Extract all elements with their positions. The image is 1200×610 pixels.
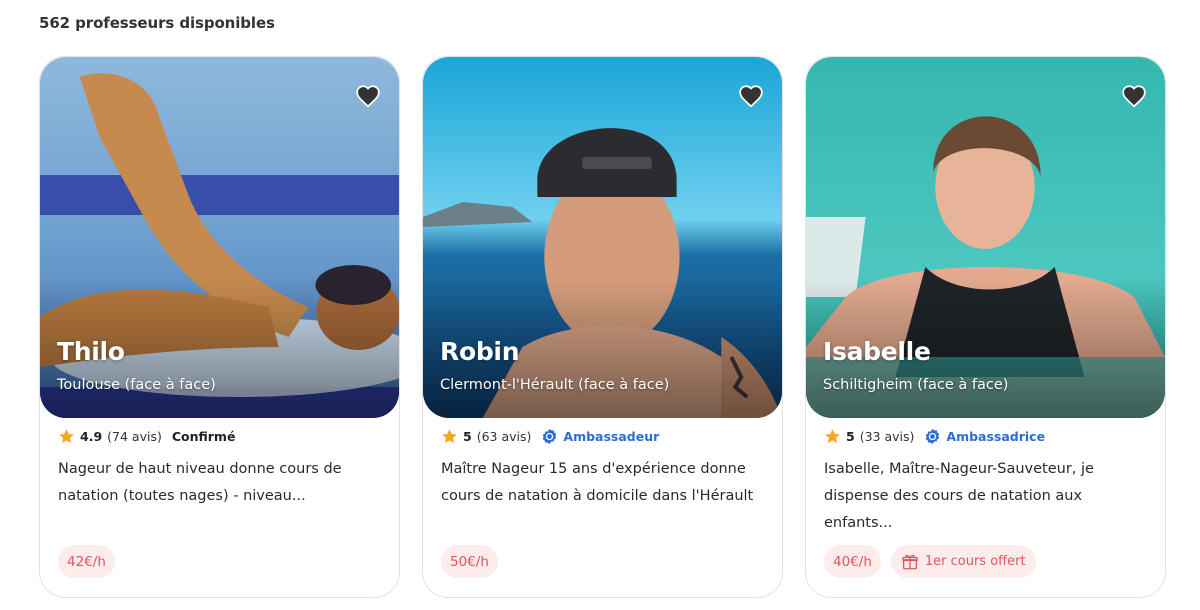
tutor-description: Isabelle, Maître-Nageur-Sauveteur, je di… (824, 461, 1094, 531)
heart-icon (1122, 85, 1146, 108)
ambassador-badge: Ambassadeur (541, 428, 659, 445)
tutor-card-thilo[interactable]: Thilo Toulouse (face à face) 4.9 (74 avi… (39, 56, 400, 598)
tutor-name: Robin (440, 337, 520, 366)
tutor-level: Confirmé (171, 429, 236, 444)
offer-label: 1er cours offert (924, 554, 1026, 569)
star-icon (825, 429, 840, 444)
tutor-location: Clermont-l'Hérault (face à face) (440, 377, 670, 393)
badge-label: Ambassadeur (563, 429, 660, 444)
free-lesson-badge: 1er cours offert (890, 545, 1036, 578)
tutor-photo[interactable]: Isabelle Schiltigheim (face à face) (806, 57, 1165, 418)
price-badge: 40€/h (824, 545, 881, 578)
ambassador-badge: Ambassadrice (924, 428, 1045, 445)
rating-row: 4.9 (74 avis) Confirmé (58, 428, 235, 445)
review-count: (33 avis) (859, 429, 915, 444)
results-count: 562 professeurs disponibles (39, 14, 275, 32)
price-badge: 42€/h (58, 545, 115, 578)
tutor-description: Maître Nageur 15 ans d'expérience donne … (441, 461, 754, 504)
rating-score: 4.9 (80, 429, 103, 444)
tutor-card-isabelle[interactable]: Isabelle Schiltigheim (face à face) 5 (3… (805, 56, 1166, 598)
star-icon (59, 429, 74, 444)
gift-icon (902, 554, 918, 569)
tutor-photo[interactable]: Robin Clermont-l'Hérault (face à face) (423, 57, 782, 418)
review-count: (74 avis) (107, 429, 162, 444)
price-tags: 50€/h (441, 545, 498, 578)
rating-score: 5 (846, 429, 855, 444)
price-badge: 50€/h (441, 545, 498, 578)
heart-icon (356, 85, 380, 108)
ambassador-badge-icon (543, 429, 557, 444)
favorite-button[interactable] (1119, 81, 1149, 111)
price-tags: 42€/h (58, 545, 115, 578)
star-icon (442, 429, 457, 444)
tutor-name: Isabelle (823, 337, 931, 366)
review-count: (63 avis) (476, 429, 532, 444)
rating-score: 5 (463, 429, 472, 444)
tutor-location: Toulouse (face à face) (57, 377, 216, 393)
favorite-button[interactable] (736, 81, 766, 111)
heart-icon (739, 85, 763, 108)
rating-row: 5 (63 avis) Ambassadeur (441, 428, 659, 445)
price-tags: 40€/h 1er cours offert (824, 545, 1036, 578)
tutor-name: Thilo (57, 337, 125, 366)
tutor-description: Nageur de haut niveau donne cours de nat… (58, 461, 342, 504)
favorite-button[interactable] (353, 81, 383, 111)
rating-row: 5 (33 avis) Ambassadrice (824, 428, 1045, 445)
tutor-photo[interactable]: Thilo Toulouse (face à face) (40, 57, 399, 418)
tutor-card-robin[interactable]: Robin Clermont-l'Hérault (face à face) 5… (422, 56, 783, 598)
tutor-location: Schiltigheim (face à face) (823, 377, 1009, 393)
ambassador-badge-icon (926, 429, 940, 444)
badge-label: Ambassadrice (946, 429, 1046, 444)
